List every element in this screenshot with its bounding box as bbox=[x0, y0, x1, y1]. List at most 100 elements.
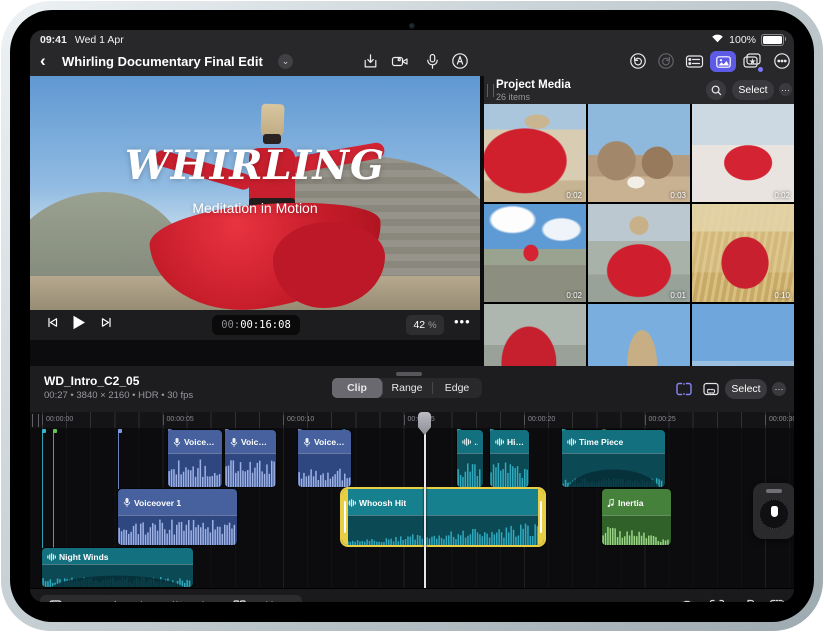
media-thumbnail[interactable]: 0:03 bbox=[588, 104, 690, 202]
play-button[interactable] bbox=[70, 314, 87, 336]
edit-mode-segmented-control: Clip Range Edge bbox=[332, 378, 482, 398]
timeline-clip[interactable]: Whoosh Hit bbox=[340, 487, 546, 547]
timeline-clip-info: 00:27 • 3840 × 2160 • HDR • 30 fps bbox=[44, 390, 194, 401]
camera-icon[interactable] bbox=[390, 51, 410, 71]
top-chrome: 09:41 Wed 1 Apr 100% ‹ Whirling Document… bbox=[30, 30, 794, 76]
browser-list-icon[interactable] bbox=[684, 51, 704, 71]
timeline-clip-name: WD_Intro_C2_05 bbox=[44, 374, 140, 388]
clip-marker-dot bbox=[42, 429, 46, 433]
edit-mode-range[interactable]: Range bbox=[382, 378, 432, 398]
jog-wheel[interactable] bbox=[753, 483, 794, 539]
effects-icon[interactable] bbox=[742, 51, 763, 72]
clip-label: Inertia bbox=[618, 497, 644, 508]
thumbnail-duration: 0:03 bbox=[670, 191, 686, 200]
append-clip-icon[interactable] bbox=[768, 597, 786, 602]
title-chevron-down-icon[interactable]: ⌄ bbox=[278, 54, 293, 69]
media-thumbnail[interactable]: 0:02 bbox=[484, 104, 586, 202]
ruler-label: 00:00:20 bbox=[524, 415, 555, 425]
multicam-button[interactable]: Multicam bbox=[224, 595, 303, 602]
media-thumbnail[interactable]: 0:02 bbox=[692, 104, 794, 202]
viewer-more-icon[interactable]: ••• bbox=[454, 314, 471, 329]
edit-mode-clip[interactable]: Clip bbox=[332, 378, 382, 398]
media-thumbnail[interactable]: 0:02 bbox=[484, 204, 586, 302]
playback-bar: 00:00:16:08 42 % ••• bbox=[30, 310, 480, 340]
back-button[interactable]: ‹ bbox=[40, 50, 46, 72]
ruler-label: 00:00:00 bbox=[42, 415, 73, 425]
media-thumbnail[interactable]: 0:10 bbox=[692, 204, 794, 302]
split-clip-icon[interactable] bbox=[708, 597, 726, 602]
thumbnail-duration: 0:02 bbox=[774, 191, 790, 200]
media-browser-icon[interactable] bbox=[710, 51, 736, 72]
media-grid: 0:02 0:03 0:02 0:02 0:01 0:10 bbox=[484, 104, 794, 402]
ruler-label: 00:00:05 bbox=[162, 415, 194, 425]
timeline-select-button[interactable]: Select bbox=[725, 379, 767, 399]
timeline-drag-handle[interactable] bbox=[396, 372, 422, 376]
clip-label: Voiceover 2 bbox=[241, 437, 271, 447]
snapping-icon[interactable] bbox=[674, 379, 694, 399]
ruler-label: 00:00:30 bbox=[765, 415, 794, 425]
media-panel: Project Media 26 items Select ··· 0:02 0:… bbox=[484, 76, 794, 402]
video-preview[interactable]: WHIRLING Meditation in Motion bbox=[30, 76, 480, 310]
overlay-clip-icon[interactable] bbox=[701, 379, 721, 399]
ruler-label: 00:00:10 bbox=[283, 415, 314, 425]
jog-wheel-pointer bbox=[770, 506, 778, 517]
video-subtitle-overlay: Meditation in Motion bbox=[192, 200, 318, 216]
timeline-clip[interactable]: Inertia bbox=[602, 489, 671, 545]
media-select-button[interactable]: Select bbox=[732, 80, 774, 100]
timeline-clip[interactable]: Voiceover 2 bbox=[168, 430, 222, 487]
timeline-more-icon[interactable]: ··· bbox=[772, 382, 786, 396]
skip-back-icon[interactable] bbox=[46, 316, 59, 334]
front-camera bbox=[409, 23, 415, 29]
project-title[interactable]: Whirling Documentary Final Edit bbox=[62, 54, 263, 69]
wifi-icon bbox=[711, 33, 724, 46]
trim-handle-l[interactable] bbox=[342, 489, 348, 545]
thumbnail-duration: 0:01 bbox=[670, 291, 686, 300]
timeline-tracks: Voiceover 2 Voiceover 2 Voiceover 3 … High… T… bbox=[30, 428, 794, 588]
media-panel-header: Project Media 26 items Select ··· bbox=[484, 76, 794, 104]
app-toolbar: ‹ Whirling Documentary Final Edit ⌄ bbox=[30, 48, 794, 76]
timeline-ruler[interactable]: 00:00:0000:00:0500:00:1000:00:1500:00:20… bbox=[30, 412, 794, 429]
timeline-clip[interactable]: Voiceover 3 bbox=[298, 430, 351, 487]
clip-waveform bbox=[562, 453, 665, 487]
more-icon[interactable] bbox=[772, 51, 792, 71]
microphone-icon[interactable] bbox=[422, 51, 442, 71]
edit-mode-edge[interactable]: Edge bbox=[432, 378, 482, 398]
insert-clip-icon[interactable] bbox=[738, 597, 756, 602]
trim-handle-r[interactable] bbox=[538, 489, 544, 545]
media-panel-title: Project Media bbox=[496, 79, 571, 91]
timecode-display[interactable]: 00:00:16:08 bbox=[212, 315, 300, 335]
media-more-icon[interactable]: ··· bbox=[779, 83, 792, 96]
battery-icon bbox=[761, 33, 786, 46]
timeline-clip[interactable]: … bbox=[457, 430, 483, 487]
skip-forward-icon[interactable] bbox=[100, 316, 113, 334]
ruler-label: 00:00:25 bbox=[644, 415, 676, 425]
media-panel-count: 26 items bbox=[496, 92, 531, 102]
import-icon[interactable] bbox=[360, 51, 380, 71]
timeline-panel: WD_Intro_C2_05 00:27 • 3840 × 2160 • HDR… bbox=[30, 366, 794, 602]
search-icon[interactable] bbox=[706, 80, 726, 100]
timeline-clip[interactable]: Voiceover 2 bbox=[225, 430, 276, 487]
timeline-edge-handle[interactable] bbox=[32, 414, 39, 427]
timeline-clip[interactable]: Voiceover 1 bbox=[118, 489, 237, 545]
thumbnail-duration: 0:02 bbox=[566, 191, 582, 200]
clip-label: Voiceover 3 bbox=[314, 437, 346, 447]
timeline-bottom-bar: Inspect Volume Animate Multicam bbox=[30, 588, 794, 602]
delete-icon[interactable] bbox=[678, 597, 696, 602]
clip-label: Voiceover 2 bbox=[184, 437, 217, 447]
redo-icon[interactable] bbox=[656, 51, 676, 71]
status-date: Wed 1 Apr bbox=[74, 34, 124, 46]
timeline-clip[interactable]: High… bbox=[490, 430, 529, 487]
status-bar: 09:41 Wed 1 Apr bbox=[40, 33, 124, 47]
timeline-clip[interactable]: Time Piece bbox=[562, 430, 665, 487]
status-right: 100% bbox=[711, 33, 786, 46]
clip-connect-line bbox=[118, 432, 119, 489]
panel-drag-handle[interactable] bbox=[487, 84, 494, 97]
timeline-clip[interactable]: Night Winds bbox=[42, 548, 193, 587]
clip-connect-line bbox=[42, 432, 43, 548]
media-thumbnail[interactable]: 0:01 bbox=[588, 204, 690, 302]
undo-icon[interactable] bbox=[628, 51, 648, 71]
clip-marker-dot bbox=[118, 429, 122, 433]
zoom-level[interactable]: 42 % bbox=[406, 315, 444, 335]
pencil-tool-icon[interactable] bbox=[450, 51, 470, 71]
clip-waveform bbox=[298, 453, 351, 487]
